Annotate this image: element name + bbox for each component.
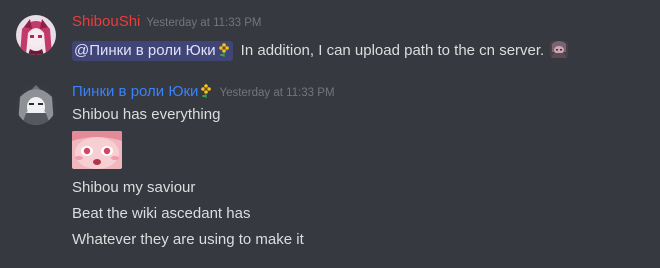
message-content: ShibouShi Yesterday at 11:33 PM @Пинки в … bbox=[72, 12, 650, 61]
pink-hair-character-avatar-icon bbox=[16, 15, 56, 55]
message-content: Пинки в роли Юки Yesterday at 11:33 PM S… bbox=[72, 82, 650, 253]
mention-label: @Пинки в роли Юки bbox=[74, 42, 216, 59]
username-label: Пинки в роли Юки bbox=[72, 83, 199, 100]
pink-anime-face-emoji[interactable] bbox=[72, 131, 122, 169]
message-group: ShibouShi Yesterday at 11:33 PM @Пинки в … bbox=[0, 12, 660, 68]
avatar[interactable] bbox=[16, 85, 56, 125]
message-header: Пинки в роли Юки Yesterday at 11:33 PM bbox=[72, 82, 650, 102]
username[interactable]: Пинки в роли Юки bbox=[72, 83, 213, 100]
username[interactable]: ShibouShi bbox=[72, 13, 140, 30]
avatar[interactable] bbox=[16, 15, 56, 55]
timestamp: Yesterday at 11:33 PM bbox=[146, 17, 262, 29]
pink-anime-face-emoji-icon bbox=[72, 131, 122, 169]
message-text: Shibou my saviour bbox=[72, 179, 196, 196]
message-header: ShibouShi Yesterday at 11:33 PM bbox=[72, 12, 650, 32]
timestamp: Yesterday at 11:33 PM bbox=[219, 87, 335, 99]
message-text: Shibou has everything bbox=[72, 106, 221, 123]
grey-hooded-character-avatar-icon bbox=[16, 85, 56, 125]
sunflower-icon bbox=[218, 43, 229, 57]
chat-messages: ShibouShi Yesterday at 11:33 PM @Пинки в … bbox=[0, 0, 660, 268]
message-body: In addition, I can upload path to the cn… bbox=[240, 42, 545, 59]
user-mention[interactable]: @Пинки в роли Юки bbox=[72, 41, 233, 61]
message-group: Пинки в роли Юки Yesterday at 11:33 PM S… bbox=[0, 82, 660, 262]
message-text: Whatever they are using to make it bbox=[72, 231, 304, 248]
sunflower-icon bbox=[201, 84, 212, 98]
message-text: Beat the wiki ascedant has bbox=[72, 205, 251, 222]
message-text: @Пинки в роли Юки In addition, I can upl… bbox=[72, 38, 650, 61]
hooded-character-emoji-icon bbox=[550, 41, 569, 58]
